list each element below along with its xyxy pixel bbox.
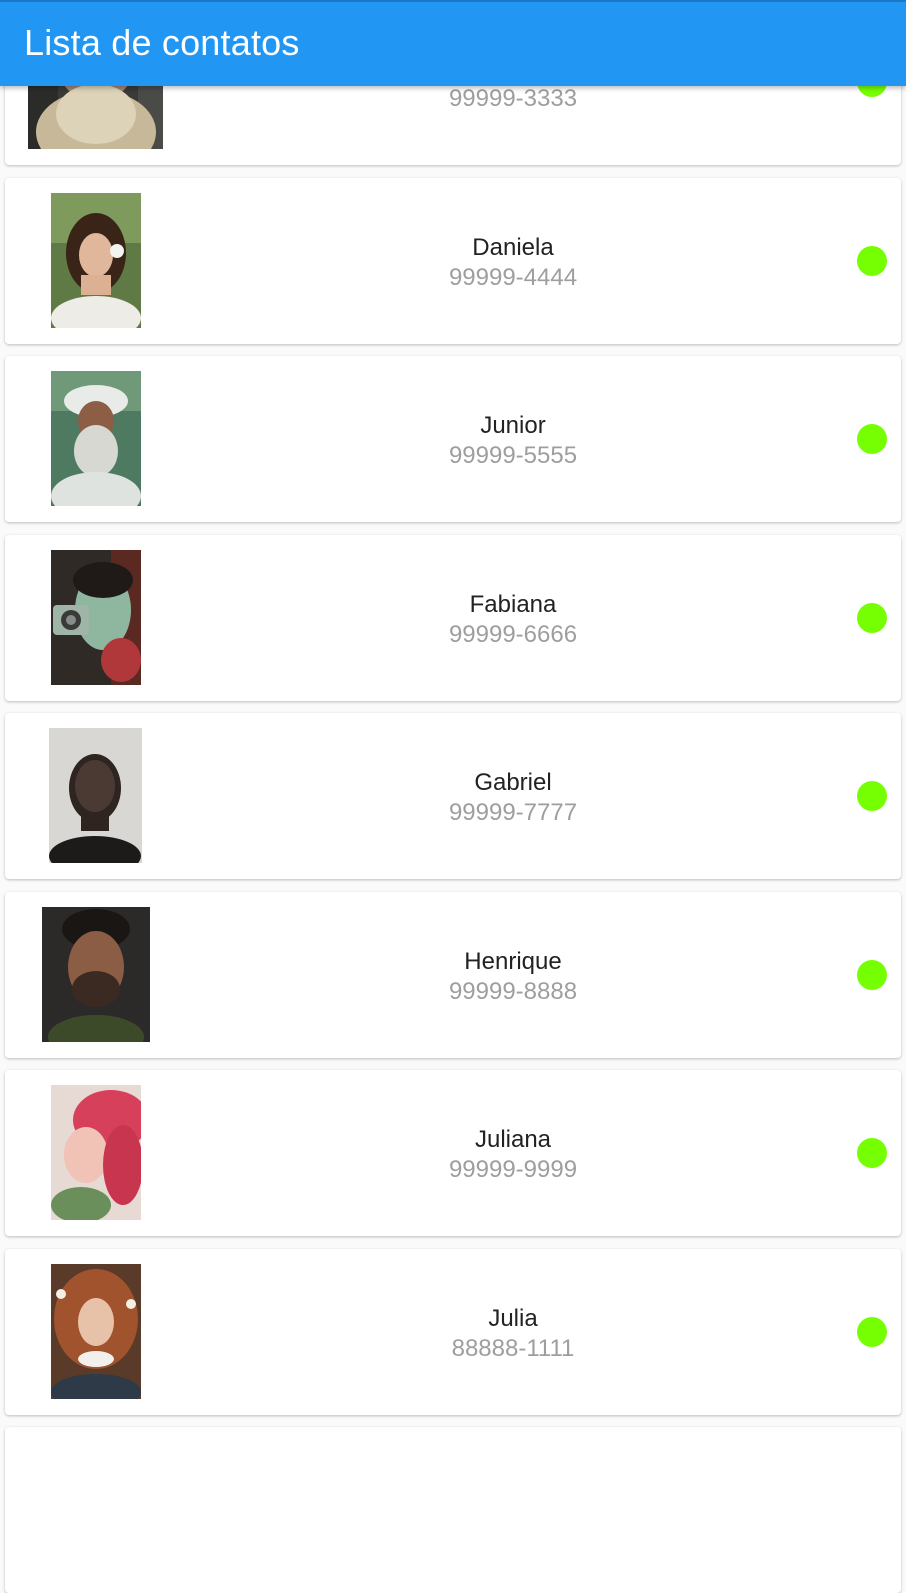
contact-avatar	[49, 728, 142, 863]
status-online-indicator	[857, 1138, 887, 1168]
contact-avatar	[51, 550, 141, 685]
app-bar: Lista de contatos	[0, 0, 906, 86]
contact-phone: 99999-7777	[448, 799, 578, 826]
contact-name: Gabriel	[474, 769, 552, 796]
contact-card[interactable]	[5, 1427, 901, 1593]
contact-phone: 99999-4444	[448, 264, 578, 291]
status-bar-edge	[0, 0, 906, 2]
contact-card[interactable]: Henrique 99999-8888	[5, 892, 901, 1058]
contact-avatar	[51, 1264, 141, 1399]
contact-card[interactable]: Fabiana 99999-6666	[5, 535, 901, 701]
contact-card[interactable]: Julia 88888-1111	[5, 1249, 901, 1415]
status-online-indicator	[857, 603, 887, 633]
contact-card[interactable]: Daniela 99999-4444	[5, 178, 901, 344]
status-online-indicator	[857, 960, 887, 990]
contact-phone: 88888-1111	[451, 1335, 575, 1362]
contact-phone: 99999-5555	[448, 442, 578, 469]
contact-card[interactable]: Junior 99999-5555	[5, 356, 901, 522]
contact-name: Julia	[488, 1305, 538, 1332]
contact-phone: 99999-9999	[448, 1156, 578, 1183]
contact-avatar	[51, 371, 141, 506]
contact-avatar	[42, 907, 150, 1042]
contact-avatar	[51, 1085, 141, 1220]
contact-phone: 99999-6666	[448, 621, 578, 648]
contact-phone: 99999-3333	[448, 85, 578, 112]
contact-name: Junior	[480, 412, 546, 439]
contact-name: Daniela	[472, 234, 554, 261]
page-title: Lista de contatos	[24, 22, 300, 63]
status-online-indicator	[857, 1317, 887, 1347]
contact-name: Henrique	[464, 948, 562, 975]
contact-avatar	[51, 193, 141, 328]
status-online-indicator	[857, 424, 887, 454]
contact-name: Fabiana	[469, 591, 557, 618]
contact-card[interactable]: Gabriel 99999-7777	[5, 713, 901, 879]
contact-name: Juliana	[474, 1126, 552, 1153]
status-online-indicator	[857, 781, 887, 811]
status-online-indicator	[857, 246, 887, 276]
contact-phone: 99999-8888	[448, 978, 578, 1005]
contact-card[interactable]: Juliana 99999-9999	[5, 1070, 901, 1236]
